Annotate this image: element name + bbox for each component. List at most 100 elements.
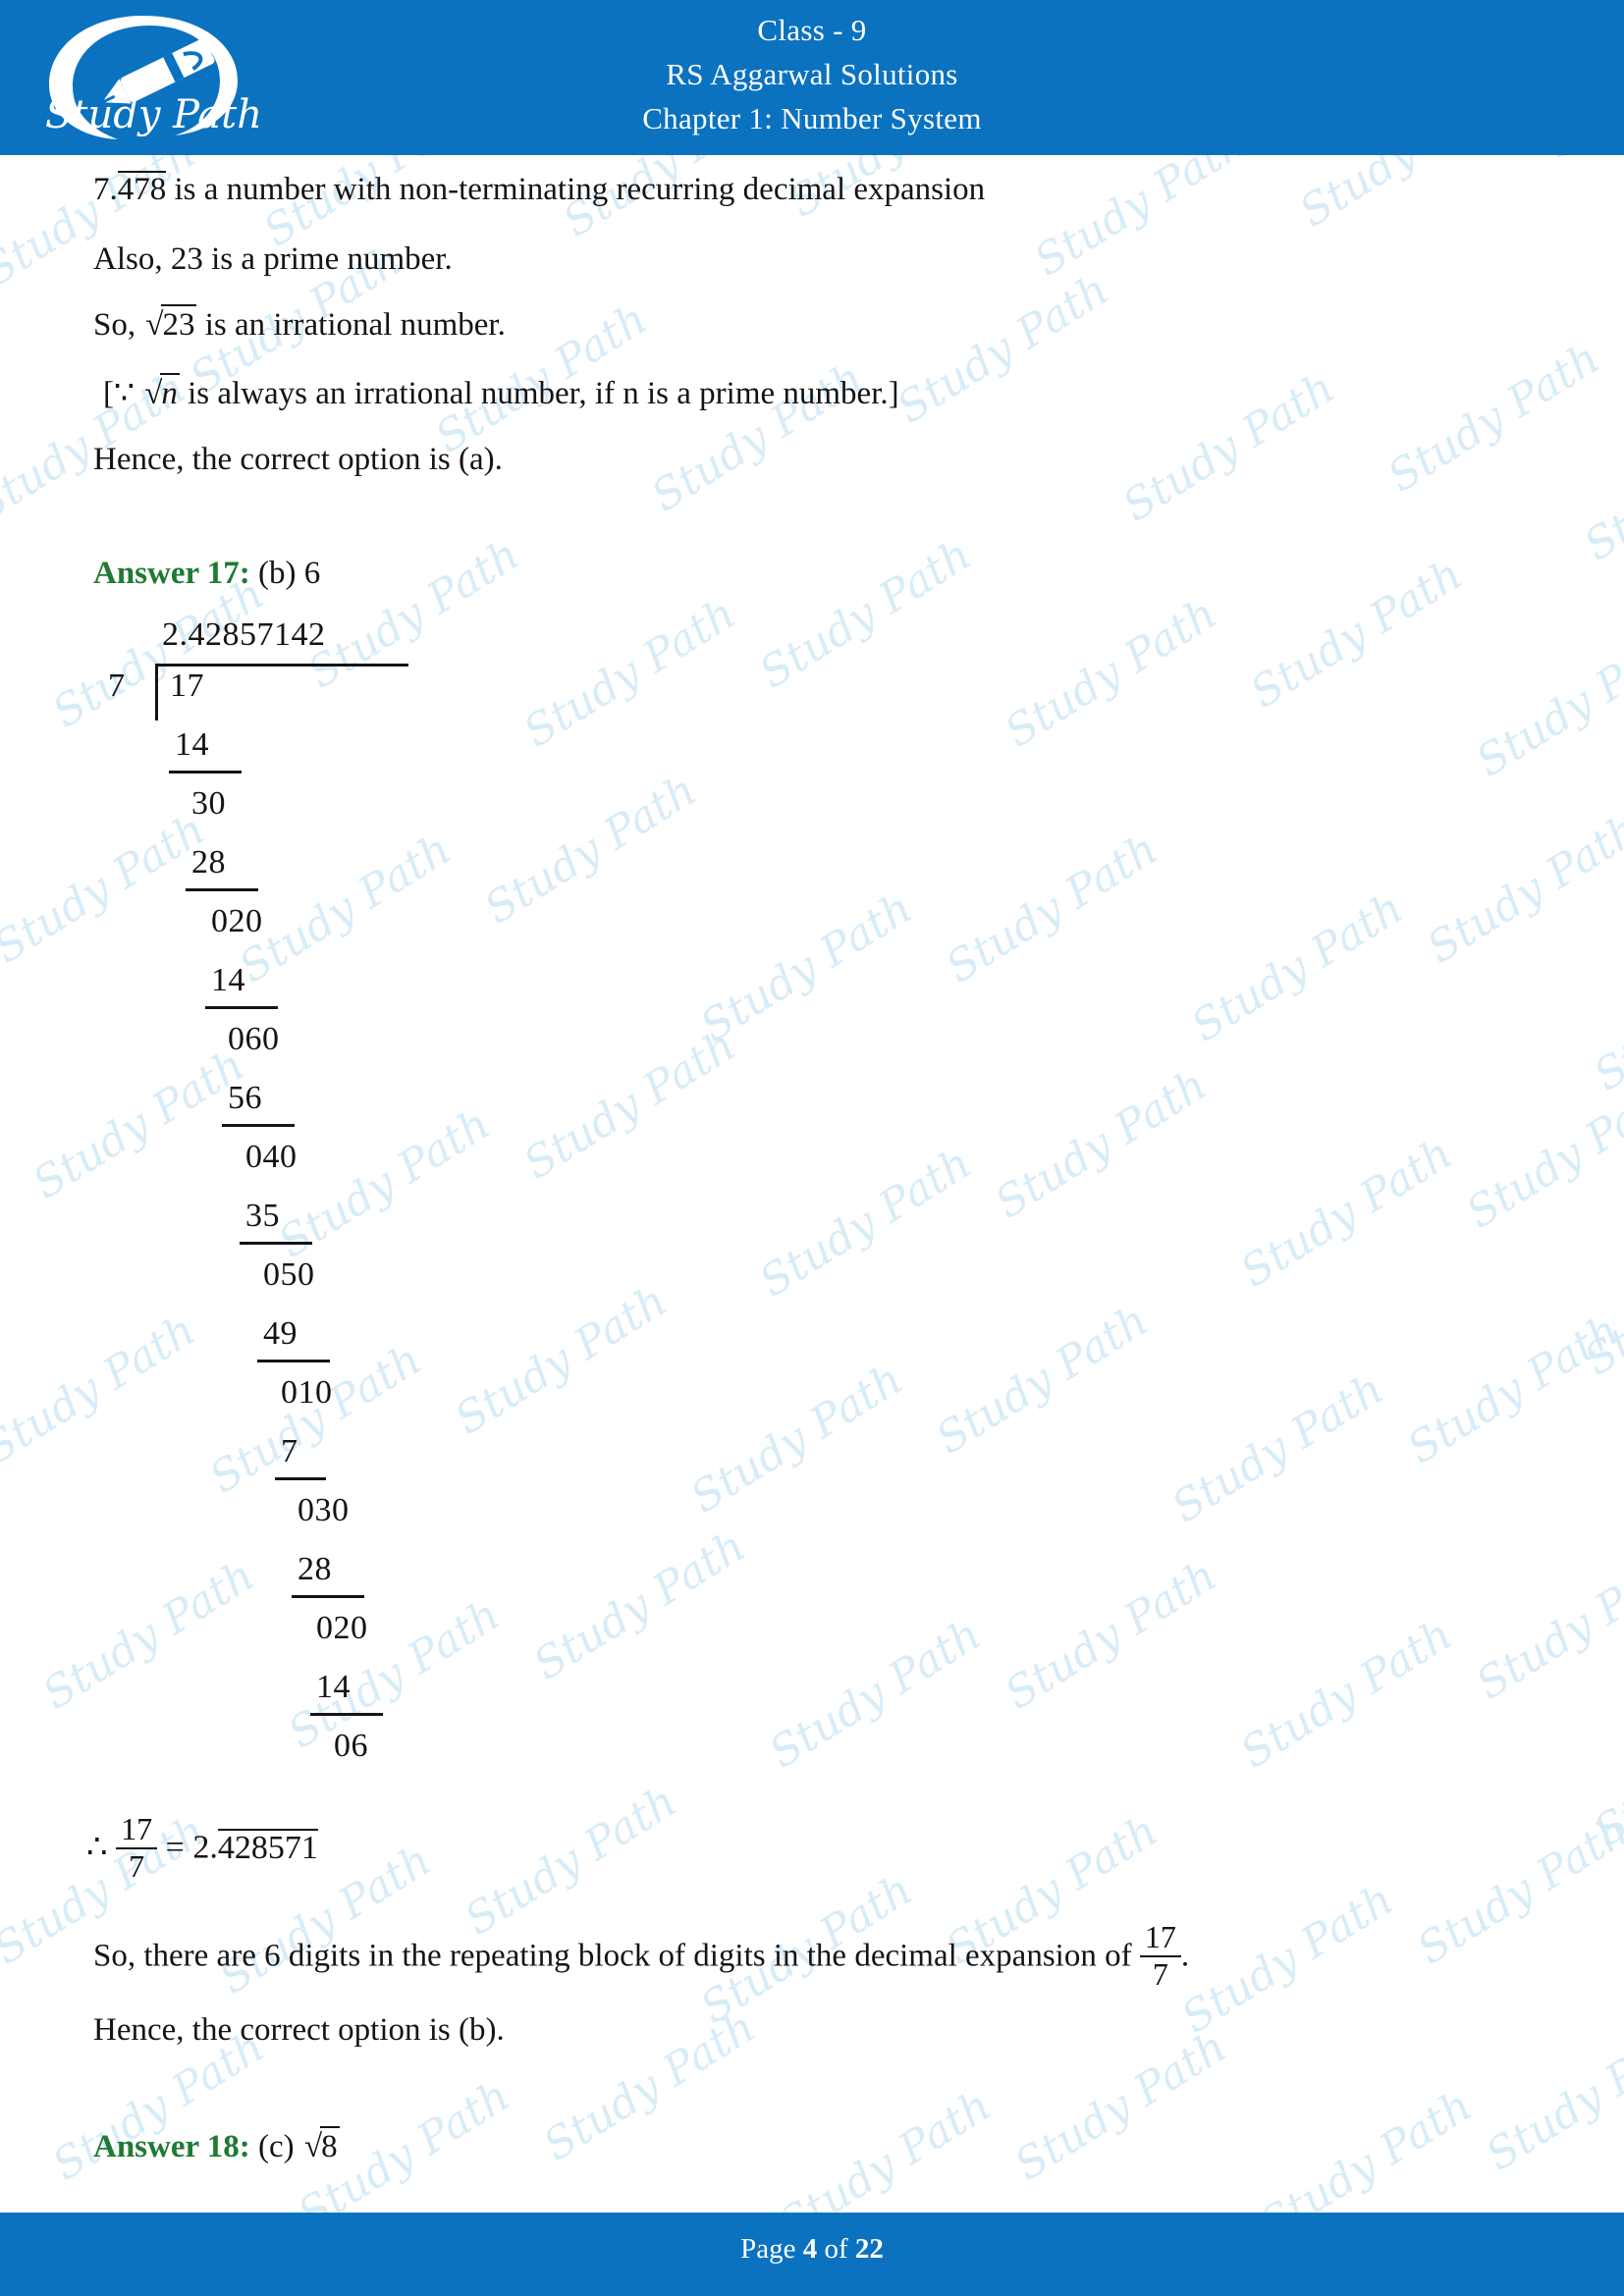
division-step: 7 (281, 1433, 298, 1469)
watermark-text: Study Path (1585, 1687, 1624, 1857)
watermark-text: Study Path (1477, 2011, 1624, 2181)
header-class: Class - 9 (757, 13, 867, 47)
watermark-text: Study Path (996, 1550, 1226, 1720)
page-current: 4 (802, 2233, 818, 2265)
division-step: 49 (263, 1315, 298, 1352)
inline-fraction-denominator: 7 (1139, 1954, 1181, 1993)
bracket-suffix: is always an irrational number, if n is … (179, 376, 899, 411)
result-prefix: 2. (192, 1829, 218, 1866)
answer-17-value: (b) 6 (258, 556, 321, 591)
recurring-overline: 478 (117, 171, 167, 207)
page-number-text: Page 4 of 22 (0, 2233, 1624, 2266)
division-step: 28 (191, 844, 226, 881)
watermark-text: Study Path (33, 1550, 264, 1720)
division-step-rule (205, 1006, 278, 1009)
division-step: 14 (175, 726, 209, 763)
division-step: 040 (245, 1139, 298, 1175)
header-book: RS Aggarwal Solutions (666, 57, 958, 91)
division-step-rule (275, 1477, 326, 1480)
watermark-text: Study Path (0, 1305, 205, 1474)
six-digits-text: So, there are 6 digits in the repeating … (93, 1938, 1132, 1974)
text-line-recurring: 7.478 is a number with non-terminating r… (93, 171, 985, 208)
division-step: 020 (211, 903, 263, 939)
bracket-open: [∵ (103, 376, 143, 411)
watermark-text: Study Path (1231, 1609, 1462, 1779)
watermark-text: Study Path (24, 1040, 254, 1209)
division-step: 56 (228, 1080, 262, 1116)
page-prefix: Page (740, 2233, 803, 2265)
irrational-prefix: So, (93, 307, 144, 343)
division-step-rule (257, 1360, 330, 1362)
division-bracket (155, 664, 158, 721)
watermark-text: Study Path (996, 588, 1226, 758)
watermark-text: Study Path (1457, 1069, 1624, 1239)
watermark-text: Study Path (1231, 1128, 1462, 1298)
watermark-text: Study Path (888, 264, 1118, 434)
watermark-text: Study Path (1408, 1805, 1624, 1975)
watermark-text: Study Path (750, 529, 981, 699)
watermark-text: Study Path (514, 588, 745, 758)
division-dividend: 17 (170, 667, 204, 704)
watermark-text: Study Path (446, 1275, 677, 1445)
division-vinculum (155, 664, 408, 667)
watermark-text: Study Path (1575, 401, 1624, 571)
watermark-text: Study Path (750, 1138, 981, 1308)
fraction-17-over-7: 17 7 (116, 1811, 158, 1885)
inline-fraction-numerator: 17 (1144, 1919, 1176, 1954)
result-overline: 428571 (217, 1828, 318, 1866)
answer-17-line: Answer 17: (b) 6 (93, 556, 320, 592)
division-step: 06 (334, 1728, 368, 1764)
text-line-irrational: So, √23 is an irrational number. (93, 304, 506, 344)
watermark-text: Study Path (1585, 932, 1624, 1101)
fraction-denominator: 7 (116, 1846, 158, 1885)
watermark-text: Study Path (1113, 362, 1344, 532)
answer-18-label: Answer 18: (93, 2129, 250, 2164)
watermark-text: Study Path (514, 1020, 745, 1190)
fraction-17-over-7-inline: 17 7 (1139, 1919, 1181, 1993)
watermark-text: Study Path (1575, 1216, 1624, 1386)
equals-symbol: = (165, 1829, 185, 1866)
division-step: 28 (298, 1551, 332, 1587)
sqrt-radicand: 23 (161, 304, 197, 344)
watermark-text: Study Path (1379, 333, 1609, 503)
division-step: 060 (228, 1021, 280, 1057)
watermark-text: Study Path (1467, 1540, 1624, 1710)
watermark-text: Study Path (1163, 1363, 1393, 1533)
watermark-text: Study Path (760, 1609, 991, 1779)
therefore-symbol: ∴ (86, 1829, 108, 1866)
watermark-text: Study Path (524, 1521, 755, 1690)
watermark-text: Study Path (1172, 1874, 1403, 2044)
text-line-hence-a: Hence, the correct option is (a). (93, 442, 503, 477)
watermark-text: Study Path (937, 824, 1167, 993)
watermark-text: Study Path (534, 2002, 765, 2171)
watermark-text: Study Path (298, 529, 529, 699)
recurring-prefix: 7. (93, 172, 118, 207)
division-step-rule (310, 1713, 383, 1716)
division-step: 14 (211, 962, 245, 998)
text-line-six-digits: So, there are 6 digits in the repeating … (93, 1919, 1190, 1995)
watermark-text: Study Path (1182, 882, 1413, 1052)
division-step: 010 (281, 1374, 333, 1411)
division-step-rule (169, 771, 242, 774)
conclusion-equation: ∴ 17 7 = 2.428571 (86, 1811, 318, 1887)
division-step-rule (240, 1242, 312, 1245)
watermark-text: Study Path (1398, 1305, 1624, 1474)
sqrt-icon: √23 (143, 304, 197, 344)
watermark-text: Study Path (1241, 549, 1472, 719)
sqrt-n-icon: √n (142, 373, 180, 412)
sqrt-n-radicand: n (160, 373, 180, 412)
division-step-rule (292, 1595, 364, 1598)
watermark-text: Study Path (0, 804, 215, 974)
fraction-numerator: 17 (121, 1811, 153, 1846)
watermark-text: Study Path (1005, 2021, 1236, 2191)
page-total: 22 (854, 2233, 884, 2265)
answer-18-option: (c) (258, 2129, 302, 2164)
six-digits-period: . (1180, 1938, 1190, 1974)
answer-17-label: Answer 17: (93, 556, 250, 591)
watermark-text: Study Path (681, 1354, 912, 1523)
watermark-text: Study Path (1467, 617, 1624, 787)
text-line-bracket-note: [∵ √n is always an irrational number, if… (103, 373, 899, 412)
page-header: Study Path Class - 9 RS Aggarwal Solutio… (0, 0, 1624, 155)
text-line-prime: Also, 23 is a prime number. (93, 241, 453, 277)
page-footer: Page 4 of 22 (0, 2213, 1624, 2296)
